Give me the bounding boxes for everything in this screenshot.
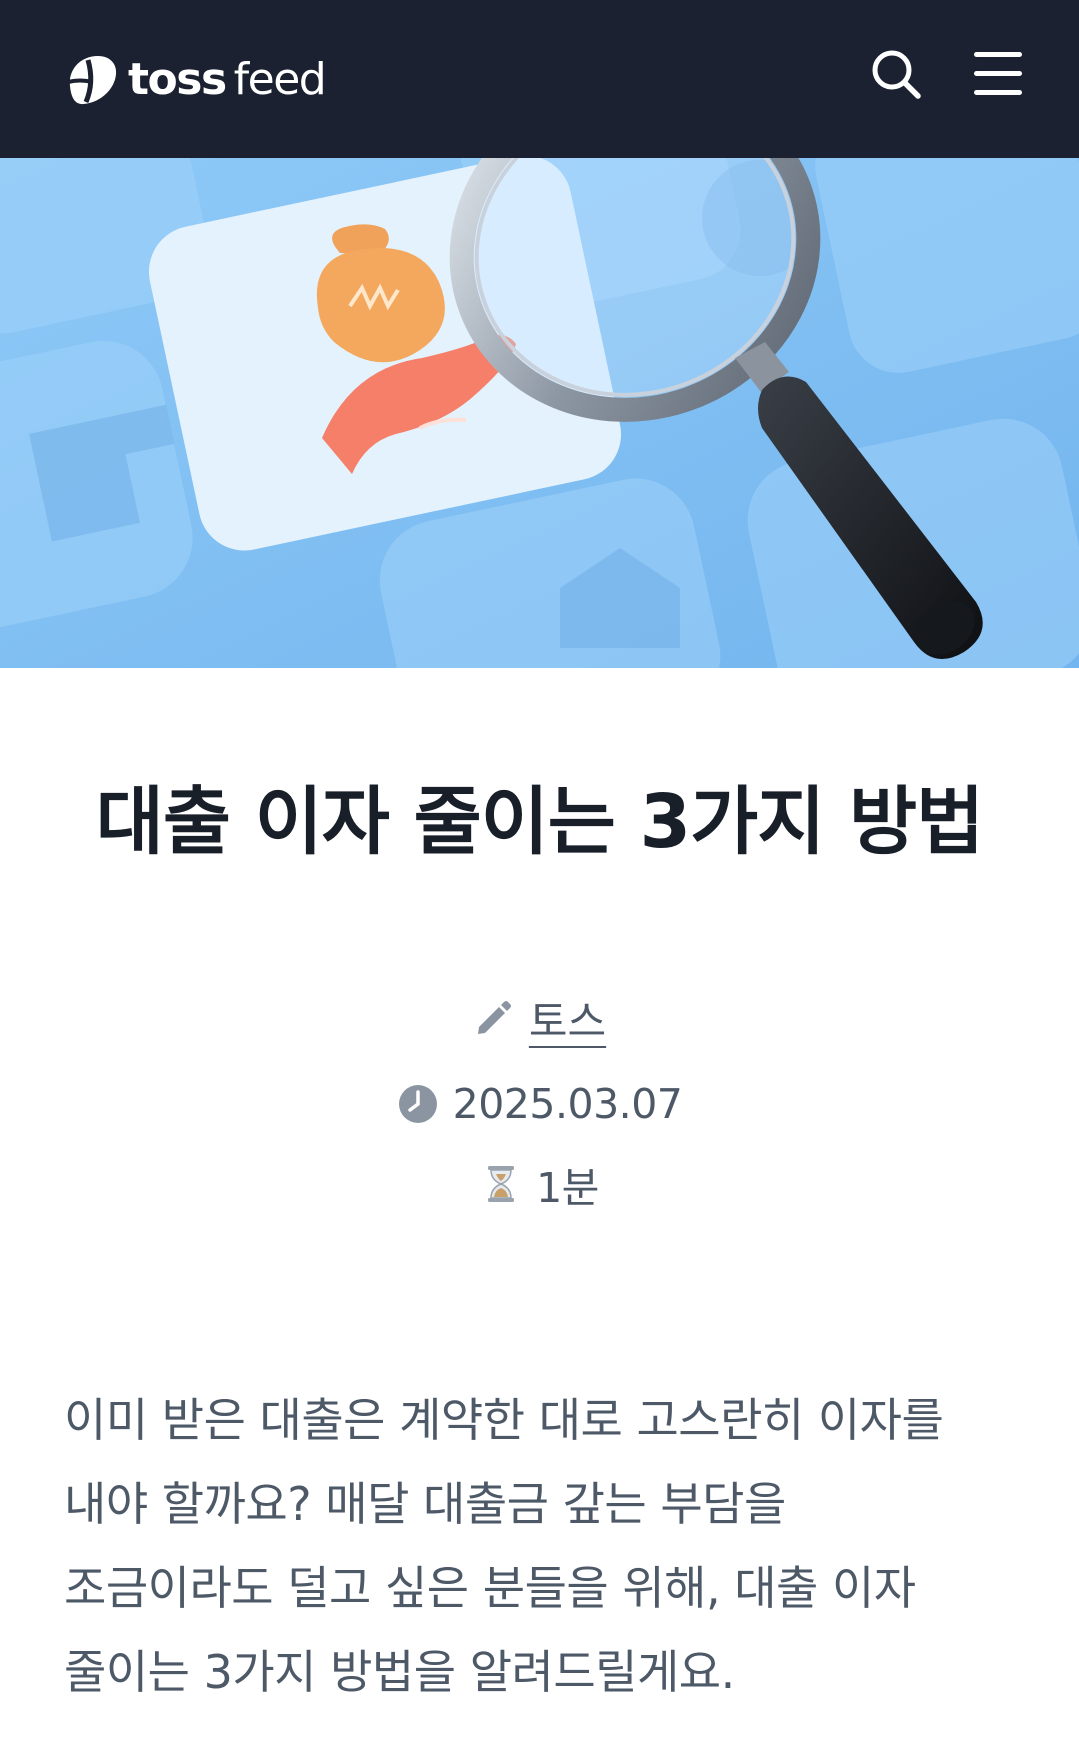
logo-text-bold: toss [128,54,227,105]
intro-line: 이미 받은 대출은 계약한 대로 고스란히 이자를 [64,1393,944,1447]
article-intro-paragraph: 이미 받은 대출은 계약한 대로 고스란히 이자를 내야 할까요? 매달 대출금… [64,1378,1014,1714]
intro-line: 조금이라도 덜고 싶은 분들을 위해, 대출 이자 [64,1561,916,1615]
logo-wordmark: toss feed [128,52,327,108]
publish-date: 2025.03.07 [452,1080,683,1128]
clock-icon [398,1085,437,1123]
menu-button[interactable] [972,48,1024,100]
article-read-time-row: 1분 [0,1156,1079,1212]
search-icon [872,50,921,99]
hamburger-menu-icon [974,52,1022,95]
logo-text-light: feed [233,54,327,105]
magnifying-glass-loan-illustration [0,158,1079,668]
hero-image [0,158,1079,668]
toss-feed-logo[interactable]: toss feed [62,52,327,108]
article-title: 대출 이자 줄이는 3가지 방법 [95,779,984,865]
hourglass-icon [488,1166,515,1202]
article-date-row: 2025.03.07 [0,1076,1079,1132]
intro-line: 내야 할까요? 매달 대출금 갚는 부담을 [64,1477,786,1531]
pencil-icon [477,1001,511,1034]
read-time: 1분 [536,1164,599,1212]
author-link[interactable]: 토스 [529,988,606,1049]
article-author-row: 토스 [0,988,1079,1048]
intro-line: 줄이는 3가지 방법을 알려드릴게요. [64,1645,735,1699]
search-button[interactable] [868,46,924,102]
top-navigation-bar: toss feed [0,0,1079,158]
toss-logo-icon [67,56,117,105]
